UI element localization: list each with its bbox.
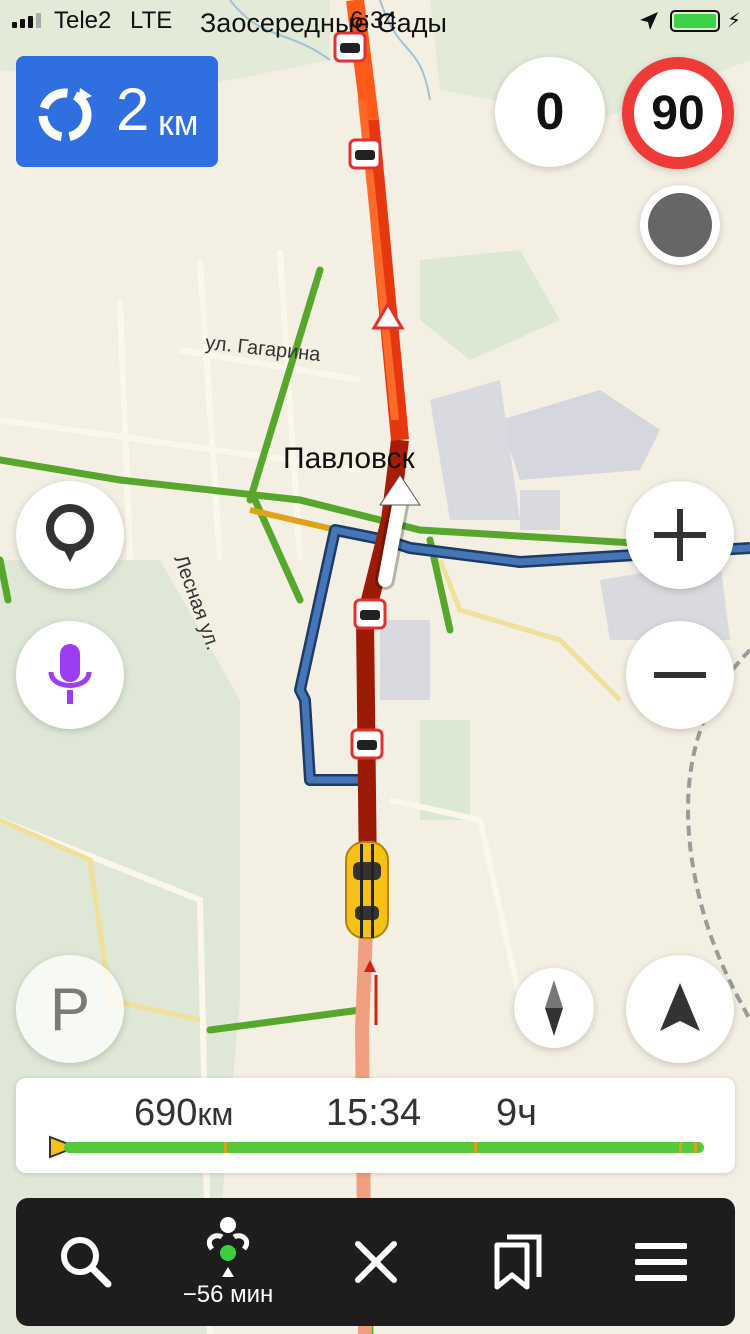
menu-button[interactable] [601, 1198, 721, 1326]
speed-limit-sign: 90 [622, 57, 734, 169]
route-summary-panel[interactable]: 690км 15:34 9ч [16, 1078, 735, 1173]
compass-button[interactable] [514, 968, 594, 1048]
signal-icon [12, 12, 41, 28]
menu-icon [635, 1243, 687, 1281]
carrier-label: Tele2 [54, 7, 112, 34]
charging-icon: ⚡ [727, 10, 742, 32]
bookmarks-button[interactable] [458, 1198, 578, 1326]
bookmark-icon [494, 1234, 542, 1290]
navigation-arrow-icon [660, 983, 700, 1031]
car-position-icon [345, 841, 389, 939]
close-icon [355, 1241, 397, 1283]
parking-button[interactable]: P [16, 955, 124, 1063]
parking-icon: P [49, 975, 91, 1043]
microphone-icon [48, 644, 92, 704]
clock: 6:34 [350, 7, 397, 34]
voice-search-button[interactable] [16, 621, 124, 729]
location-arrow-icon [640, 12, 658, 30]
next-maneuver-card[interactable]: 2 км [16, 56, 218, 167]
minus-icon [654, 672, 706, 678]
stop-navigation-button[interactable] [316, 1198, 436, 1326]
current-street-label: Заосередные Сады [200, 8, 447, 38]
alt-route-time-saving: −56 мин [182, 1281, 274, 1308]
maneuver-distance: 2 [116, 76, 150, 143]
alternative-routes-button[interactable]: −56 мин [168, 1198, 288, 1326]
maneuver-unit: км [158, 102, 199, 143]
alt-routes-icon [206, 1217, 250, 1277]
traffic-light-icon [648, 193, 712, 257]
follow-location-button[interactable] [626, 955, 734, 1063]
zoom-out-button[interactable] [626, 621, 734, 729]
plus-icon [654, 509, 706, 561]
arrival-time: 15:34 [326, 1092, 422, 1134]
search-icon [61, 1237, 112, 1288]
remaining-distance: 690км [134, 1092, 234, 1134]
network-label: LTE [130, 7, 173, 34]
traffic-layer-button[interactable] [640, 185, 720, 265]
route-progress-bar [64, 1142, 704, 1153]
zoom-in-button[interactable] [626, 481, 734, 589]
battery-icon [670, 10, 720, 32]
add-point-button[interactable] [16, 481, 124, 589]
search-button[interactable] [26, 1198, 146, 1326]
remaining-duration: 9ч [496, 1092, 537, 1134]
city-label: Павловск [283, 442, 415, 475]
bottom-navigation-bar: −56 мин [16, 1198, 735, 1326]
current-speed: 0 [495, 57, 605, 167]
compass-icon [545, 980, 563, 1036]
roundabout-icon [38, 88, 92, 142]
map-pin-icon [46, 504, 94, 562]
status-bar: Tele2 LTE Заосередные Сады 6:34 ⚡ [0, 0, 750, 40]
